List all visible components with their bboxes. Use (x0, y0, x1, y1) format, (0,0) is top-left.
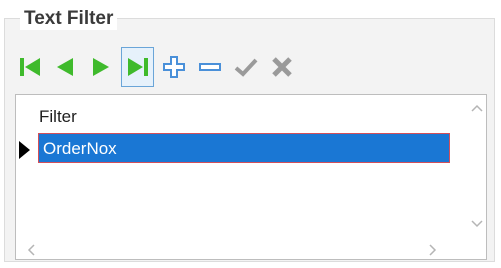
cancel-edit-button[interactable] (265, 47, 298, 87)
prev-record-button[interactable] (48, 47, 81, 87)
group-title: Text Filter (20, 8, 118, 30)
table-row[interactable]: OrderNox (38, 133, 450, 163)
plus-icon (162, 56, 185, 78)
horizontal-scrollbar[interactable] (16, 241, 470, 259)
delete-record-button[interactable] (193, 47, 226, 87)
next-record-button[interactable] (84, 47, 117, 87)
first-icon (19, 58, 40, 76)
vertical-scrollbar[interactable] (468, 95, 486, 243)
insert-record-button[interactable] (157, 47, 190, 87)
scroll-down-icon[interactable] (468, 215, 486, 233)
check-icon (234, 58, 257, 77)
x-icon (271, 57, 292, 77)
scroll-right-icon[interactable] (424, 241, 442, 259)
next-icon (92, 58, 109, 76)
row-indicator-icon (19, 141, 30, 159)
post-edit-button[interactable] (229, 47, 262, 87)
last-record-button[interactable] (121, 47, 154, 87)
filter-cell[interactable]: OrderNox (43, 139, 117, 159)
filter-grid[interactable]: Filter OrderNox (15, 94, 487, 260)
scroll-left-icon[interactable] (22, 241, 40, 259)
scroll-up-icon[interactable] (468, 99, 486, 117)
minus-icon (198, 63, 221, 71)
first-record-button[interactable] (13, 47, 46, 87)
last-icon (127, 58, 148, 76)
prev-icon (56, 58, 73, 76)
column-header-filter[interactable]: Filter (39, 107, 77, 127)
